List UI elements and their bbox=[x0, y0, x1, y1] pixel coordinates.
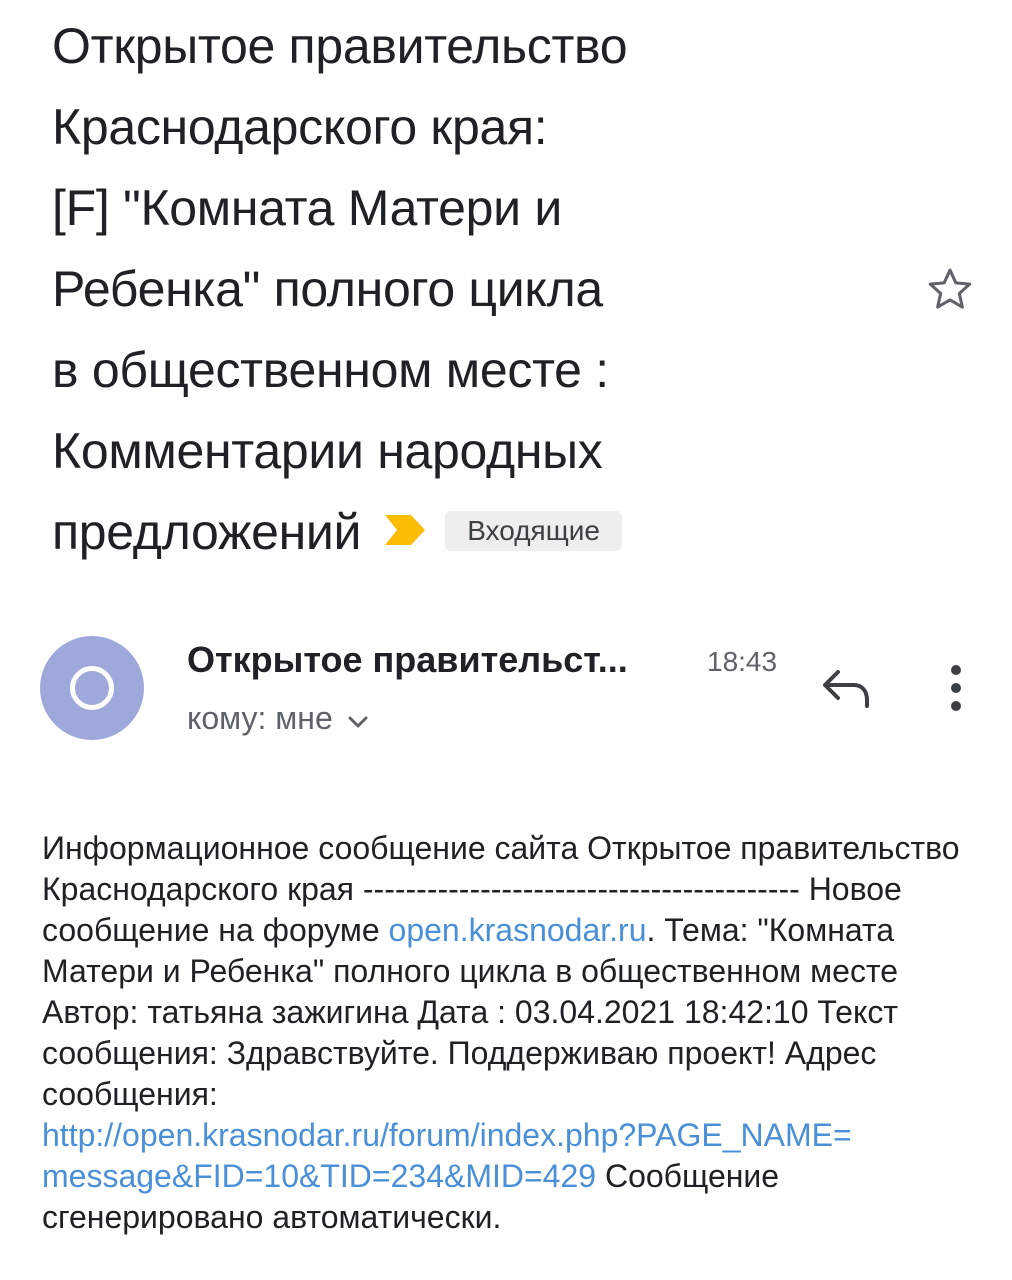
message-body: Информационное сообщение сайта Открытое … bbox=[42, 828, 972, 1238]
sender-name[interactable]: Открытое правительст... bbox=[187, 636, 628, 684]
recipient-toggle[interactable]: кому: мне bbox=[187, 696, 369, 740]
subject-line: [F] "Комната Матери и bbox=[52, 180, 562, 236]
circle-avatar-icon bbox=[70, 666, 114, 710]
subject-line: в общественном месте : bbox=[52, 342, 609, 398]
sender-avatar[interactable] bbox=[40, 636, 144, 740]
subject-line: Комментарии народных bbox=[52, 423, 603, 479]
forum-message-link-cont[interactable]: message&FID=10&TID=234&MID=429 bbox=[42, 1158, 596, 1194]
site-link[interactable]: open.krasnodar.ru bbox=[389, 912, 647, 948]
inbox-label-chip[interactable]: Входящие bbox=[445, 510, 622, 551]
subject-last-line: предложений Входящие bbox=[52, 492, 912, 573]
forum-link-line: http://open.krasnodar.ru/forum/index.php… bbox=[42, 1117, 852, 1153]
reply-icon bbox=[823, 670, 869, 708]
subject-line: предложений bbox=[52, 504, 362, 560]
more-vert-icon bbox=[951, 665, 961, 711]
message-time: 18:43 bbox=[707, 646, 778, 677]
more-options-button[interactable] bbox=[936, 660, 976, 716]
reply-button[interactable] bbox=[816, 662, 876, 714]
email-subject: Открытое правительство Краснодарского кр… bbox=[52, 6, 912, 573]
subject-line: Ребенка" полного цикла bbox=[52, 261, 603, 317]
importance-marker-icon[interactable] bbox=[383, 490, 427, 571]
forum-message-link[interactable]: http://open.krasnodar.ru/forum/index.php… bbox=[42, 1115, 972, 1156]
subject-line: Открытое правительство bbox=[52, 18, 628, 74]
recipient-label: кому: мне bbox=[187, 700, 333, 736]
star-outline-icon[interactable] bbox=[924, 264, 976, 316]
subject-line: Краснодарского края: bbox=[52, 99, 548, 155]
chevron-down-icon[interactable] bbox=[347, 696, 369, 740]
